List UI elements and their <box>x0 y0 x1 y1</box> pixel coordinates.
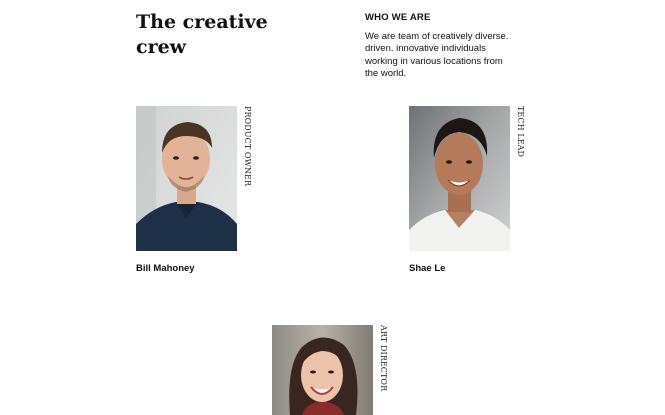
member-role-tech-lead: TECH LEAD <box>516 106 525 158</box>
member-name-bill-mahoney: Bill Mahoney <box>136 263 195 274</box>
about-description-line: working in various locations from <box>365 55 503 67</box>
member-name-shae-le: Shae Le <box>409 263 446 274</box>
about-description-line: the world. <box>365 68 407 80</box>
about-heading: WHO WE ARE <box>365 12 431 23</box>
about-description-line: driven. innovative individuals <box>365 43 486 55</box>
member-photo-art-director <box>272 325 373 415</box>
page-title-line-1: The creative <box>136 11 268 33</box>
page-title: The creative crew <box>136 10 296 60</box>
member-photo-shae-le <box>409 106 510 251</box>
portrait-photo-icon <box>136 106 237 251</box>
portrait-photo-icon <box>272 325 373 415</box>
page-title-line-2: crew <box>136 36 187 58</box>
portrait-photo-icon <box>409 106 510 251</box>
about-description: We are team of creatively diverse. drive… <box>365 31 535 81</box>
about-description-line: We are team of creatively diverse. <box>365 31 509 42</box>
member-role-art-director: ART DIRECTOR <box>379 325 388 392</box>
member-role-product-owner: PRODUCT OWNER <box>243 106 252 187</box>
member-photo-bill-mahoney <box>136 106 237 251</box>
